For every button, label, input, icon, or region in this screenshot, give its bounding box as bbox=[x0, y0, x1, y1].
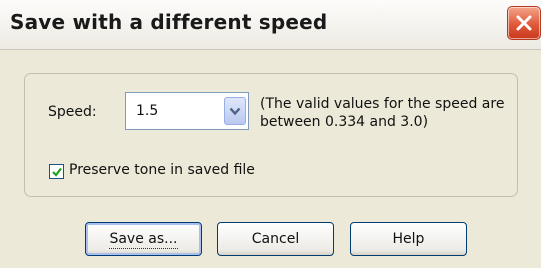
save-as-label: Save as... bbox=[109, 231, 178, 249]
speed-dropdown-button[interactable] bbox=[224, 97, 246, 125]
options-group bbox=[24, 73, 518, 197]
close-button[interactable] bbox=[507, 6, 541, 40]
preserve-tone-label[interactable]: Preserve tone in saved file bbox=[69, 162, 255, 178]
speed-label: Speed: bbox=[48, 104, 97, 120]
help-button[interactable]: Help bbox=[350, 222, 467, 256]
cancel-button[interactable]: Cancel bbox=[217, 222, 334, 256]
preserve-tone-checkbox[interactable] bbox=[49, 164, 64, 179]
save-as-button[interactable]: Save as... bbox=[85, 222, 202, 256]
speed-range-hint: (The valid values for the speed are betw… bbox=[260, 96, 505, 130]
save-speed-dialog: Save with a different speed Speed: 1.5 (… bbox=[0, 0, 541, 268]
chevron-down-icon bbox=[229, 107, 241, 116]
checkmark-icon bbox=[52, 167, 62, 177]
speed-combobox[interactable]: 1.5 bbox=[125, 92, 249, 130]
speed-value[interactable]: 1.5 bbox=[136, 103, 158, 119]
title-bar[interactable]: Save with a different speed bbox=[0, 0, 541, 50]
close-icon bbox=[516, 15, 532, 31]
dialog-title: Save with a different speed bbox=[10, 10, 328, 34]
